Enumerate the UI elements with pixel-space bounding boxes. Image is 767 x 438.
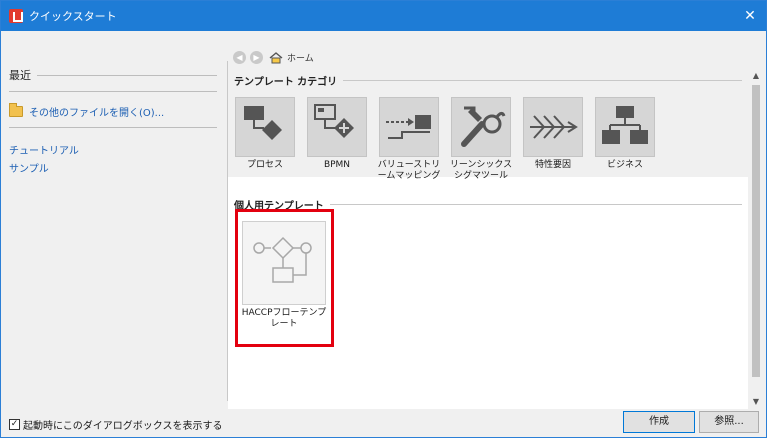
sidebar: 最近 その他のファイルを開く(O)... チュートリアル サンプル <box>9 45 217 399</box>
value-stream-template-icon <box>379 97 439 157</box>
open-other-label: その他のファイルを開く(O)... <box>29 108 165 119</box>
template-label: バリューストリームマッピング <box>377 160 441 181</box>
divider <box>37 74 217 76</box>
fishbone-icon <box>523 97 583 157</box>
template-value-stream-mapping[interactable]: バリューストリームマッピング <box>376 97 442 182</box>
open-other-file-link[interactable]: その他のファイルを開く(O)... <box>9 103 217 119</box>
wrench-icon <box>451 97 511 157</box>
bpmn-template-icon <box>307 97 367 157</box>
template-pane: テンプレート カテゴリ プロセス BPMN バリューストリームマッピング リーン… <box>228 69 748 409</box>
create-button[interactable]: 作成 <box>623 411 695 433</box>
category-header: テンプレート カテゴリ <box>234 73 742 88</box>
template-lean-six-sigma[interactable]: リーンシックスシグマツール <box>448 97 514 182</box>
divider <box>9 127 217 128</box>
process-template-icon <box>235 97 295 157</box>
checkbox[interactable]: ✓ <box>9 419 20 430</box>
close-button[interactable]: ✕ <box>740 6 760 26</box>
template-business[interactable]: ビジネス <box>592 97 658 171</box>
template-label: BPMN <box>323 160 351 170</box>
template-label: 特性要因 <box>534 160 571 170</box>
template-bpmn[interactable]: BPMN <box>304 97 370 171</box>
template-label: リーンシックスシグマツール <box>449 160 513 181</box>
breadcrumb: ◀ ▶ ホーム <box>233 51 314 64</box>
window-title: クイックスタート <box>29 10 117 23</box>
dialog-footer: ✓ 起動時にこのダイアログボックスを表示する 作成 参照... <box>1 409 766 437</box>
home-icon[interactable] <box>269 51 283 64</box>
recent-label: 最近 <box>9 69 31 82</box>
back-arrow-icon[interactable]: ◀ <box>233 51 246 64</box>
template-label: プロセス <box>246 160 283 170</box>
browse-button[interactable]: 参照... <box>699 411 759 433</box>
scroll-up-icon[interactable]: ▲ <box>749 69 763 83</box>
app-logo-icon <box>9 9 23 23</box>
template-process[interactable]: プロセス <box>232 97 298 171</box>
template-label: ビジネス <box>606 160 643 170</box>
show-on-startup-toggle[interactable]: ✓ 起動時にこのダイアログボックスを表示する <box>9 417 223 432</box>
show-on-startup-label: 起動時にこのダイアログボックスを表示する <box>23 421 223 432</box>
recent-header: 最近 <box>9 67 217 83</box>
breadcrumb-home[interactable]: ホーム <box>287 51 314 64</box>
scroll-thumb[interactable] <box>752 85 760 377</box>
vertical-scrollbar[interactable]: ▲ ▼ <box>749 69 763 409</box>
selection-highlight <box>235 209 334 347</box>
forward-arrow-icon[interactable]: ▶ <box>250 51 263 64</box>
divider <box>343 80 742 81</box>
sidebar-link-tutorial[interactable]: チュートリアル <box>9 142 217 157</box>
sidebar-link-sample[interactable]: サンプル <box>9 160 217 175</box>
scroll-down-icon[interactable]: ▼ <box>749 395 763 409</box>
divider <box>9 91 217 92</box>
category-label: テンプレート カテゴリ <box>234 77 338 88</box>
quickstart-dialog: クイックスタート ✕ 最近 その他のファイルを開く(O)... チュートリアル … <box>0 0 767 438</box>
folder-open-icon <box>9 103 23 117</box>
divider <box>329 204 742 205</box>
org-chart-icon <box>595 97 655 157</box>
title-bar: クイックスタート ✕ <box>1 1 766 31</box>
template-cause-effect[interactable]: 特性要因 <box>520 97 586 171</box>
